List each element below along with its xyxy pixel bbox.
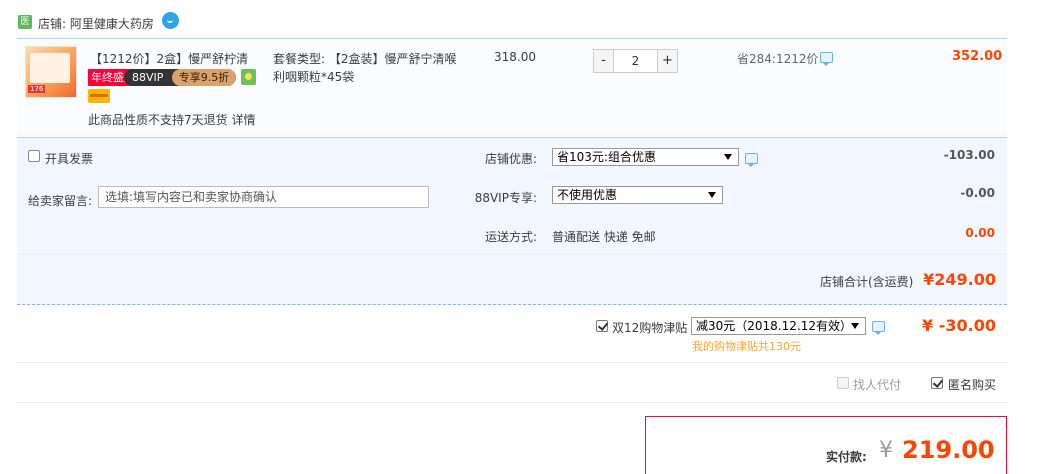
savings-text: 省284:1212价: [737, 52, 819, 66]
seller-message-input[interactable]: [98, 186, 429, 208]
currency-symbol: ¥: [879, 438, 893, 463]
proxy-pay-label[interactable]: 找人代付: [853, 376, 901, 393]
comment-icon[interactable]: [745, 153, 758, 167]
item-subtotal: 352.00: [952, 49, 1003, 64]
divider: [17, 254, 1007, 255]
quantity-decrease-button[interactable]: -: [594, 50, 614, 72]
comment-icon[interactable]: [872, 321, 885, 335]
vip-discount-label: 88VIP专享:: [474, 191, 537, 205]
shipping-amount: 0.00: [965, 226, 995, 240]
vip-discount-select[interactable]: 不使用优惠: [552, 186, 723, 204]
service-badge-icon: [241, 69, 256, 85]
quantity-input[interactable]: [614, 50, 657, 72]
shop-discount-select[interactable]: 省103元:组合优惠: [552, 148, 739, 166]
credit-card-icon: [88, 89, 110, 103]
shipping-method: 普通配送 快递 免邮: [552, 230, 656, 244]
subsidy-amount: ¥ -30.00: [922, 316, 996, 335]
unit-price: 318.00: [494, 50, 536, 64]
subsidy-label[interactable]: 双12购物津贴: [612, 319, 687, 336]
quantity-stepper: - +: [593, 49, 678, 73]
vip-discount-badge: 88VIP 专享9.5折: [124, 69, 236, 86]
shop-discount-selected: 省103元:组合优惠: [557, 150, 656, 164]
divider: [17, 362, 1007, 363]
seller-message-label: 给卖家留言:: [28, 194, 93, 208]
invoice-checkbox[interactable]: [28, 150, 40, 162]
divider: [17, 402, 1007, 403]
vip-badge-label: 88VIP: [132, 71, 164, 84]
subsidy-checkbox[interactable]: [596, 320, 608, 332]
shop-discount-label: 店铺优惠:: [484, 152, 537, 166]
pay-amount: 219.00: [902, 436, 995, 464]
chevron-down-icon: [851, 323, 859, 329]
subsidy-note: 我的购物津贴共130元: [692, 340, 801, 353]
comment-icon[interactable]: [820, 52, 833, 66]
quantity-increase-button[interactable]: +: [657, 50, 677, 72]
vip-discount-amount: -0.00: [960, 186, 995, 200]
wangwang-chat-icon[interactable]: [162, 12, 179, 29]
vip-discount-selected: 不使用优惠: [557, 188, 618, 202]
chevron-down-icon: [724, 154, 732, 160]
pay-label: 实付款:: [826, 450, 867, 464]
anonymous-purchase-checkbox[interactable]: [931, 377, 943, 389]
shop-total-amount: ¥249.00: [923, 270, 996, 289]
anonymous-purchase-label[interactable]: 匿名购买: [948, 376, 996, 393]
subsidy-select[interactable]: 减30元（2018.12.12有效）: [691, 317, 866, 335]
shipping-label: 运送方式:: [484, 230, 537, 244]
subsidy-selected: 减30元（2018.12.12有效）: [696, 319, 852, 333]
product-thumbnail[interactable]: 176: [25, 46, 77, 98]
shop-discount-amount: -103.00: [943, 148, 995, 162]
invoice-label[interactable]: 开具发票: [45, 150, 93, 167]
shop-name[interactable]: 店铺: 阿里健康大药房: [38, 15, 154, 32]
return-policy-notice[interactable]: 此商品性质不支持7天退货 详情: [88, 111, 255, 128]
vip-badge-discount: 专享9.5折: [172, 69, 236, 86]
chevron-down-icon: [708, 192, 716, 198]
proxy-pay-checkbox[interactable]: [837, 377, 849, 389]
sku-info: 套餐类型: 【2盒装】慢严舒宁清喉利咽颗粒*45袋: [273, 52, 457, 84]
shop-icon: 医: [18, 15, 32, 29]
thumbnail-price-tag: 176: [28, 85, 46, 93]
shop-total-label: 店铺合计(含运费): [820, 275, 914, 289]
